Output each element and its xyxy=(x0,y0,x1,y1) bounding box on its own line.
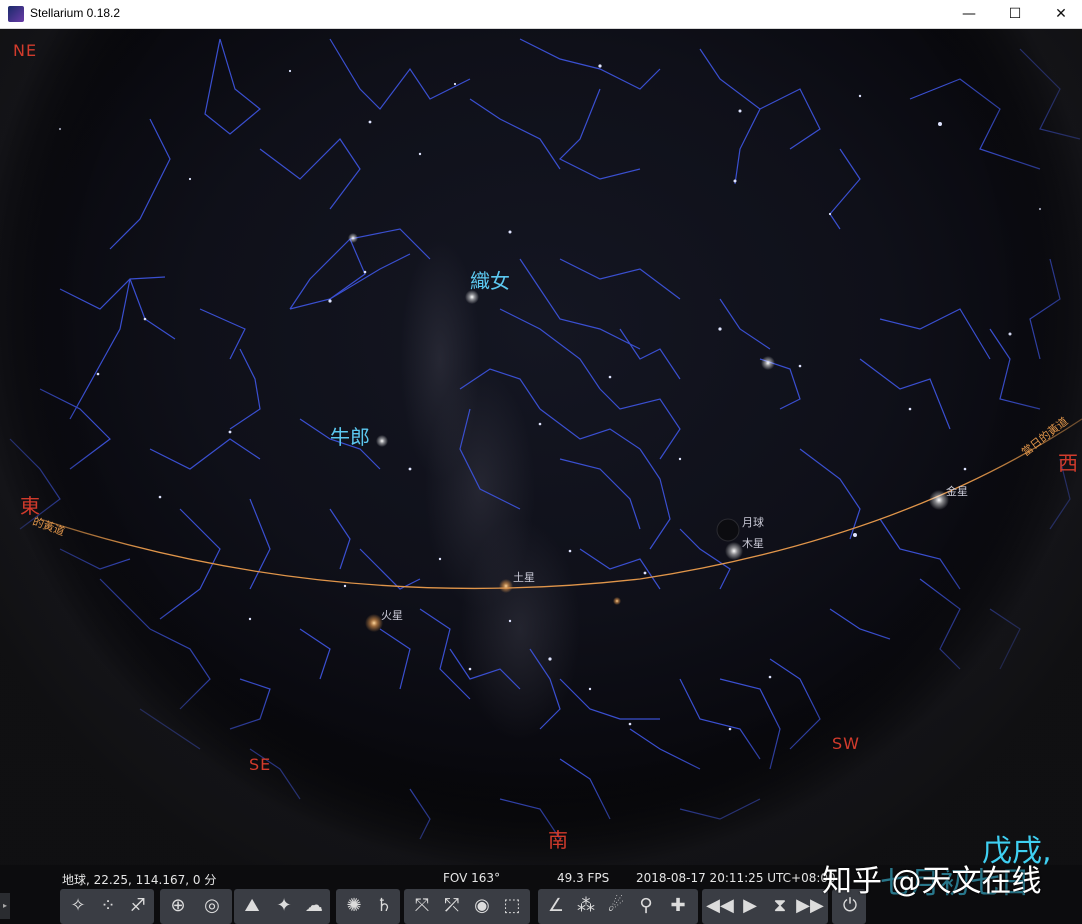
direction-sw: SW xyxy=(832,734,860,753)
direction-south: 南 xyxy=(548,828,568,852)
minimize-button[interactable]: — xyxy=(946,0,992,29)
planet-label-saturn[interactable]: 土星 xyxy=(513,569,535,585)
planet-label-moon[interactable]: 月球 xyxy=(742,514,764,530)
time-now-button[interactable]: ⧗ xyxy=(766,892,794,920)
time-rewind-button[interactable]: ◀◀ xyxy=(706,892,734,920)
constellation-labels-button[interactable]: ⁘ xyxy=(94,892,122,920)
planet-label-venus[interactable]: 金星 xyxy=(946,483,968,499)
maximize-button[interactable]: ☐ xyxy=(992,0,1038,29)
star-label-vega[interactable]: 織女 xyxy=(470,265,510,294)
fps-readout: 49.3 FPS xyxy=(557,871,610,885)
equatorial-mount-button[interactable]: ⤧ xyxy=(408,892,436,920)
atmosphere-button[interactable]: ☁ xyxy=(300,892,328,920)
sky-view[interactable]: NE SE SW 東 南 西 織女 牛郎 月球 木星 土星 火星 金星 的黃道 … xyxy=(0,29,1082,865)
time-decrease-button[interactable]: ✚ xyxy=(664,892,692,920)
app-icon xyxy=(8,6,24,22)
horizon-fog xyxy=(0,29,1082,865)
star-label-altair[interactable]: 牛郎 xyxy=(330,421,370,450)
meteor-button[interactable]: ☄ xyxy=(602,892,630,920)
constellation-art-button[interactable]: ♐ xyxy=(124,892,152,920)
direction-se: SE xyxy=(249,755,272,774)
location-readout[interactable]: 地球, 22.25, 114.167, 0 分 xyxy=(62,871,216,888)
direction-west: 西 xyxy=(1058,451,1078,475)
satellites-button[interactable]: ⁂ xyxy=(572,892,600,920)
ocular-button[interactable]: ∠ xyxy=(542,892,570,920)
planet-label-jupiter[interactable]: 木星 xyxy=(742,535,764,551)
toolbar-expand-tab[interactable]: ▸ xyxy=(0,893,10,919)
cardinal-points-button[interactable]: ✦ xyxy=(270,892,298,920)
planet-labels-button[interactable]: ♄ xyxy=(370,892,398,920)
fullscreen-button[interactable]: ⬚ xyxy=(498,892,526,920)
nebulae-button[interactable]: ✺ xyxy=(340,892,368,920)
datetime-readout[interactable]: 2018-08-17 20:11:25 UTC+08:00 xyxy=(636,871,836,885)
equatorial-grid-button[interactable]: ⊕ xyxy=(164,892,192,920)
close-button[interactable]: ✕ xyxy=(1038,0,1082,29)
window-title: Stellarium 0.18.2 xyxy=(30,6,121,20)
title-bar: Stellarium 0.18.2 — ☐ ✕ xyxy=(0,0,1082,29)
sky-canvas[interactable] xyxy=(0,29,1082,865)
watermark-site: 知乎 @天文在线 xyxy=(822,864,1042,899)
azimuthal-grid-button[interactable]: ◎ xyxy=(198,892,226,920)
fov-readout: FOV 163° xyxy=(443,871,501,885)
time-play-button[interactable]: ▶ xyxy=(736,892,764,920)
constellation-lines-button[interactable]: ✧ xyxy=(64,892,92,920)
time-forward-button[interactable]: ▶▶ xyxy=(796,892,824,920)
search-button[interactable]: ⚲ xyxy=(632,892,660,920)
direction-ne: NE xyxy=(13,41,38,60)
ground-button[interactable]: ⛰ xyxy=(238,892,266,920)
night-mode-button[interactable]: ◉ xyxy=(468,892,496,920)
planet-label-mars[interactable]: 火星 xyxy=(381,607,403,623)
center-object-button[interactable]: ⤱ xyxy=(438,892,466,920)
